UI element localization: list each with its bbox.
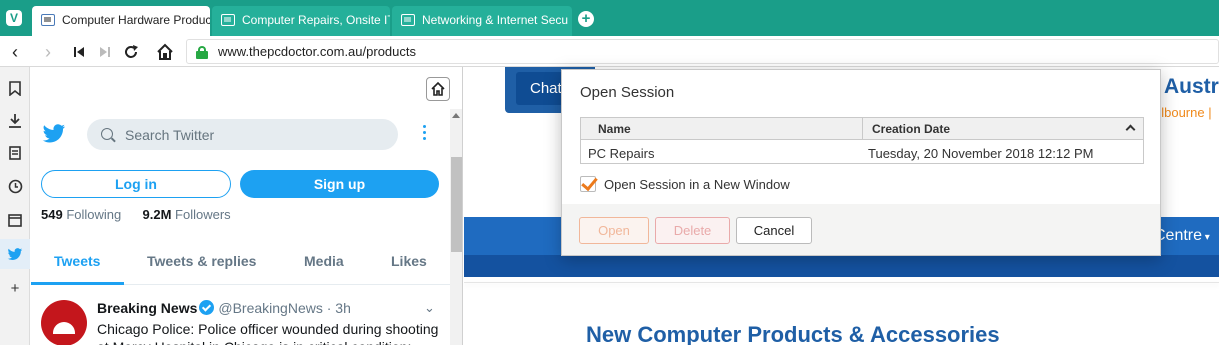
bookmark-icon[interactable] bbox=[0, 73, 30, 103]
table-header: Name Creation Date bbox=[581, 118, 1143, 140]
sessions-table: Name Creation Date PC Repairs Tuesday, 2… bbox=[580, 117, 1144, 164]
tab-label: Networking & Internet Secu bbox=[422, 13, 569, 27]
search-input[interactable]: Search Twitter bbox=[87, 119, 398, 150]
lock-icon bbox=[196, 46, 208, 59]
tweet-header: Breaking News @BreakingNews · 3h bbox=[97, 300, 351, 316]
tab-tweets[interactable]: Tweets bbox=[54, 253, 100, 269]
tweet-time[interactable]: · 3h bbox=[327, 300, 351, 316]
column-name[interactable]: Name bbox=[598, 122, 631, 136]
session-name: PC Repairs bbox=[588, 146, 655, 161]
panel-home-icon[interactable] bbox=[426, 77, 450, 101]
tab-computer-repairs[interactable]: Computer Repairs, Onsite IT bbox=[212, 6, 390, 36]
search-placeholder: Search Twitter bbox=[125, 127, 215, 143]
add-panel-icon[interactable]: + bbox=[0, 273, 30, 303]
tweet-text: Chicago Police: Police officer wounded d… bbox=[97, 321, 439, 345]
verified-icon bbox=[199, 300, 215, 315]
window-icon[interactable] bbox=[0, 205, 30, 235]
twitter-panel: Search Twitter Log in Sign up 549 Follow… bbox=[31, 67, 463, 345]
more-options-icon[interactable] bbox=[422, 125, 428, 143]
cancel-button[interactable]: Cancel bbox=[736, 217, 812, 244]
session-date: Tuesday, 20 November 2018 12:12 PM bbox=[868, 146, 1094, 161]
notes-icon[interactable] bbox=[0, 138, 30, 168]
tab-computer-hardware[interactable]: Computer Hardware Products bbox=[32, 6, 210, 36]
side-panel-bar: + bbox=[0, 67, 30, 345]
site-nav-band bbox=[464, 255, 1219, 277]
history-icon[interactable] bbox=[0, 171, 30, 201]
twitter-icon[interactable] bbox=[0, 239, 30, 269]
page-icon bbox=[41, 14, 55, 26]
open-session-dialog: Open Session Name Creation Date PC Repai… bbox=[561, 69, 1161, 256]
caret-down-icon: ▾ bbox=[1202, 232, 1210, 243]
followers-count: 9.2M bbox=[142, 207, 172, 222]
scrollbar-thumb[interactable] bbox=[451, 157, 462, 252]
tab-media[interactable]: Media bbox=[304, 253, 344, 269]
chevron-down-icon[interactable]: ⌄ bbox=[424, 300, 435, 316]
divider bbox=[464, 282, 1219, 283]
page-icon bbox=[401, 14, 415, 26]
fast-forward-icon[interactable] bbox=[94, 41, 116, 63]
delete-button[interactable]: Delete bbox=[655, 217, 730, 244]
tab-label: Computer Hardware Products bbox=[62, 13, 210, 27]
avatar[interactable] bbox=[41, 300, 87, 345]
page-icon bbox=[221, 14, 235, 26]
tab-tweets-replies[interactable]: Tweets & replies bbox=[147, 253, 256, 269]
column-creation-date[interactable]: Creation Date bbox=[872, 122, 950, 136]
open-button[interactable]: Open bbox=[579, 217, 649, 244]
login-button[interactable]: Log in bbox=[41, 170, 231, 198]
dialog-body: Open Session Name Creation Date PC Repai… bbox=[562, 70, 1160, 204]
url-text: www.thepcdoctor.com.au/products bbox=[218, 44, 416, 59]
nav-item-centre[interactable]: Centre ▾ bbox=[1154, 227, 1210, 245]
tab-networking[interactable]: Networking & Internet Secu bbox=[392, 6, 572, 36]
back-icon[interactable]: ‹ bbox=[4, 41, 26, 63]
twitter-logo-icon[interactable] bbox=[42, 124, 66, 144]
profile-stats: 549 Following 9.2M Followers bbox=[41, 207, 231, 222]
rewind-icon[interactable] bbox=[68, 41, 90, 63]
page-heading: New Computer Products & Accessories bbox=[586, 322, 1000, 345]
tweet-author[interactable]: Breaking News bbox=[97, 300, 197, 316]
tweet-handle[interactable]: @BreakingNews bbox=[218, 300, 322, 316]
tab-bar: V Computer Hardware Products Computer Re… bbox=[0, 0, 1219, 36]
followers-label: Followers bbox=[175, 207, 231, 222]
active-tab-indicator bbox=[31, 282, 124, 285]
profile-tabs: Tweets Tweets & replies Media Likes bbox=[31, 239, 450, 285]
following-label: Following bbox=[66, 207, 122, 222]
signup-button[interactable]: Sign up bbox=[240, 170, 439, 198]
new-window-checkbox[interactable] bbox=[580, 176, 596, 192]
tab-likes[interactable]: Likes bbox=[391, 253, 427, 269]
reload-icon[interactable] bbox=[120, 41, 142, 63]
url-input[interactable]: www.thepcdoctor.com.au/products bbox=[186, 39, 1219, 64]
site-title: Austra bbox=[1164, 75, 1219, 98]
vivaldi-menu-icon[interactable]: V bbox=[6, 10, 22, 26]
following-count: 549 bbox=[41, 207, 63, 222]
search-icon bbox=[101, 128, 113, 140]
download-icon[interactable] bbox=[0, 105, 30, 135]
site-subtitle: elbourne | bbox=[1154, 105, 1212, 120]
forward-icon[interactable]: › bbox=[37, 41, 59, 63]
address-bar: ‹ › www.thepcdoctor.com.au/products bbox=[0, 36, 1219, 67]
new-tab-icon[interactable]: + bbox=[578, 11, 594, 27]
column-divider bbox=[862, 118, 863, 140]
new-window-label[interactable]: Open Session in a New Window bbox=[604, 177, 790, 192]
scroll-up-icon[interactable] bbox=[452, 113, 460, 118]
dialog-title: Open Session bbox=[580, 84, 675, 101]
home-icon[interactable] bbox=[154, 41, 176, 63]
tab-label: Computer Repairs, Onsite IT bbox=[242, 13, 390, 27]
sort-ascending-icon[interactable] bbox=[1125, 124, 1136, 135]
